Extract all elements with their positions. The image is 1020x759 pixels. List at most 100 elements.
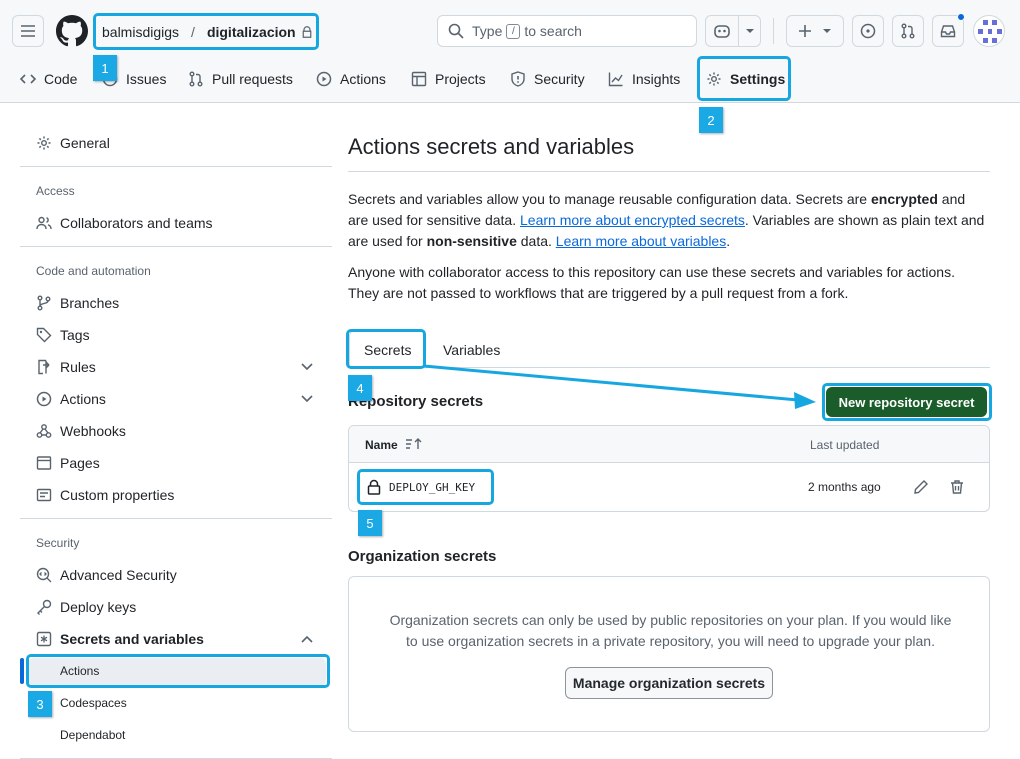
gear-icon: [37, 136, 51, 150]
sidebar-subitem-codespaces[interactable]: Codespaces: [60, 696, 127, 710]
copilot-icon: [714, 25, 730, 38]
search-placeholder-suffix: to search: [524, 23, 582, 39]
chevron-down-icon[interactable]: [300, 362, 314, 372]
sidebar-item-actions[interactable]: Actions: [36, 386, 106, 412]
triangle-down-icon: [823, 29, 831, 33]
sidebar-item-general[interactable]: General: [36, 130, 110, 156]
sidebar-item-custom-properties[interactable]: Custom properties: [36, 482, 174, 508]
tab-projects[interactable]: Projects: [411, 62, 486, 96]
pull-requests-button[interactable]: [892, 15, 924, 47]
webhook-icon: [36, 424, 52, 438]
tab-pull-requests[interactable]: Pull requests: [188, 62, 293, 96]
sidebar-item-rules[interactable]: Rules: [36, 354, 96, 380]
intro-text: Secrets and variables allow you to manag…: [348, 191, 871, 207]
chevron-up-icon[interactable]: [300, 634, 314, 644]
sidebar-item-label: Secrets and variables: [60, 631, 204, 647]
learn-encrypted-secrets-link[interactable]: Learn more about encrypted secrets: [520, 212, 745, 228]
issues-button[interactable]: [852, 15, 884, 47]
tab-projects-label: Projects: [435, 71, 486, 87]
sidebar-item-branches[interactable]: Branches: [36, 290, 119, 316]
avatar[interactable]: [973, 15, 1005, 47]
header-divider: [773, 18, 774, 44]
plus-icon: [799, 25, 811, 37]
sort-ascending-icon[interactable]: [405, 437, 423, 451]
callout-number: 2: [699, 107, 723, 133]
triangle-down-icon: [745, 29, 754, 33]
sidebar-item-tags[interactable]: Tags: [36, 322, 90, 348]
sidebar-divider: [20, 166, 332, 167]
sidebar-item-label: Advanced Security: [60, 567, 177, 583]
sidebar-item-deploy-keys[interactable]: Deploy keys: [36, 594, 136, 620]
intro-paragraph: Secrets and variables allow you to manag…: [348, 189, 988, 252]
sidebar-item-label: Custom properties: [60, 487, 175, 503]
tab-insights[interactable]: Insights: [608, 62, 680, 96]
tab-security[interactable]: Security: [510, 62, 585, 96]
column-name-header[interactable]: Name: [365, 438, 398, 452]
git-pull-request-icon: [901, 23, 915, 39]
callout-number: 3: [28, 691, 52, 717]
sidebar-item-pages[interactable]: Pages: [36, 450, 100, 476]
sidebar-item-advanced-security[interactable]: Advanced Security: [36, 562, 177, 588]
manage-organization-secrets-button[interactable]: Manage organization secrets: [565, 667, 773, 699]
title-divider: [348, 171, 990, 172]
tab-actions[interactable]: Actions: [316, 62, 386, 96]
tabs-divider: [425, 367, 990, 368]
table-header: Name Last updated: [349, 426, 989, 463]
callout-box-sidebar-actions: [26, 654, 330, 688]
note-icon: [36, 488, 52, 502]
intro-text: data.: [516, 233, 556, 249]
avatar-identicon: [978, 20, 1002, 43]
tab-code[interactable]: Code: [20, 62, 77, 96]
search-placeholder-prefix: Type: [472, 23, 503, 39]
tab-insights-label: Insights: [632, 71, 681, 87]
page-title: Actions secrets and variables: [348, 134, 635, 159]
shield-icon: [511, 71, 525, 87]
copilot-menu-button[interactable]: [738, 15, 761, 47]
git-pull-request-icon: [189, 71, 203, 87]
learn-variables-link[interactable]: Learn more about variables: [556, 233, 726, 249]
pencil-icon[interactable]: [913, 479, 929, 495]
menu-button[interactable]: [12, 15, 44, 47]
intro-text: .: [726, 233, 731, 249]
search-icon: [448, 23, 464, 39]
callout-box-settings: [697, 56, 791, 101]
sidebar-divider: [20, 246, 332, 247]
intro-emphasis: non-sensitive: [426, 233, 517, 249]
intro-emphasis: encrypted: [870, 191, 938, 207]
organization-secrets-heading: Organization secrets: [348, 548, 497, 565]
chevron-down-icon[interactable]: [300, 394, 314, 404]
sidebar-item-label: Rules: [60, 359, 96, 375]
tab-actions-label: Actions: [340, 71, 386, 87]
repo-nav: Code Issues Pull requests Actions Projec…: [0, 62, 1020, 102]
tab-pull-requests-label: Pull requests: [212, 71, 293, 87]
sidebar-item-webhooks[interactable]: Webhooks: [36, 418, 126, 444]
browser-icon: [36, 456, 52, 470]
column-updated-header: Last updated: [810, 438, 880, 452]
github-logo-icon[interactable]: [56, 15, 88, 47]
trash-icon[interactable]: [949, 479, 965, 495]
create-new-button[interactable]: [786, 15, 844, 47]
copilot-button[interactable]: [705, 15, 739, 47]
sidebar-divider: [20, 518, 332, 519]
graph-icon: [608, 72, 623, 87]
tab-variables[interactable]: Variables: [443, 342, 500, 358]
callout-box-secrets-tab: [346, 329, 426, 369]
sidebar-item-collaborators[interactable]: Collaborators and teams: [36, 210, 213, 236]
notification-dot: [957, 13, 965, 21]
search-input[interactable]: Type / to search: [437, 15, 697, 47]
sidebar-item-label: General: [60, 135, 110, 151]
issue-opened-icon: [860, 23, 876, 39]
callout-box-secret-name: [357, 469, 494, 505]
callout-number: 4: [348, 375, 372, 401]
sidebar-heading-access: Access: [36, 184, 75, 198]
sidebar-item-secrets-variables[interactable]: Secrets and variables: [36, 626, 204, 652]
active-item-indicator: [20, 658, 24, 684]
search-shortcut-key: /: [506, 23, 521, 39]
organization-secrets-box: Organization secrets can only be used by…: [348, 576, 990, 732]
sidebar-subitem-dependabot[interactable]: Dependabot: [60, 728, 125, 742]
table-icon: [411, 71, 427, 87]
sidebar-heading-security: Security: [36, 536, 80, 550]
access-paragraph: Anyone with collaborator access to this …: [348, 264, 955, 301]
sidebar-item-label: Tags: [60, 327, 90, 343]
tab-issues-label: Issues: [126, 71, 167, 87]
